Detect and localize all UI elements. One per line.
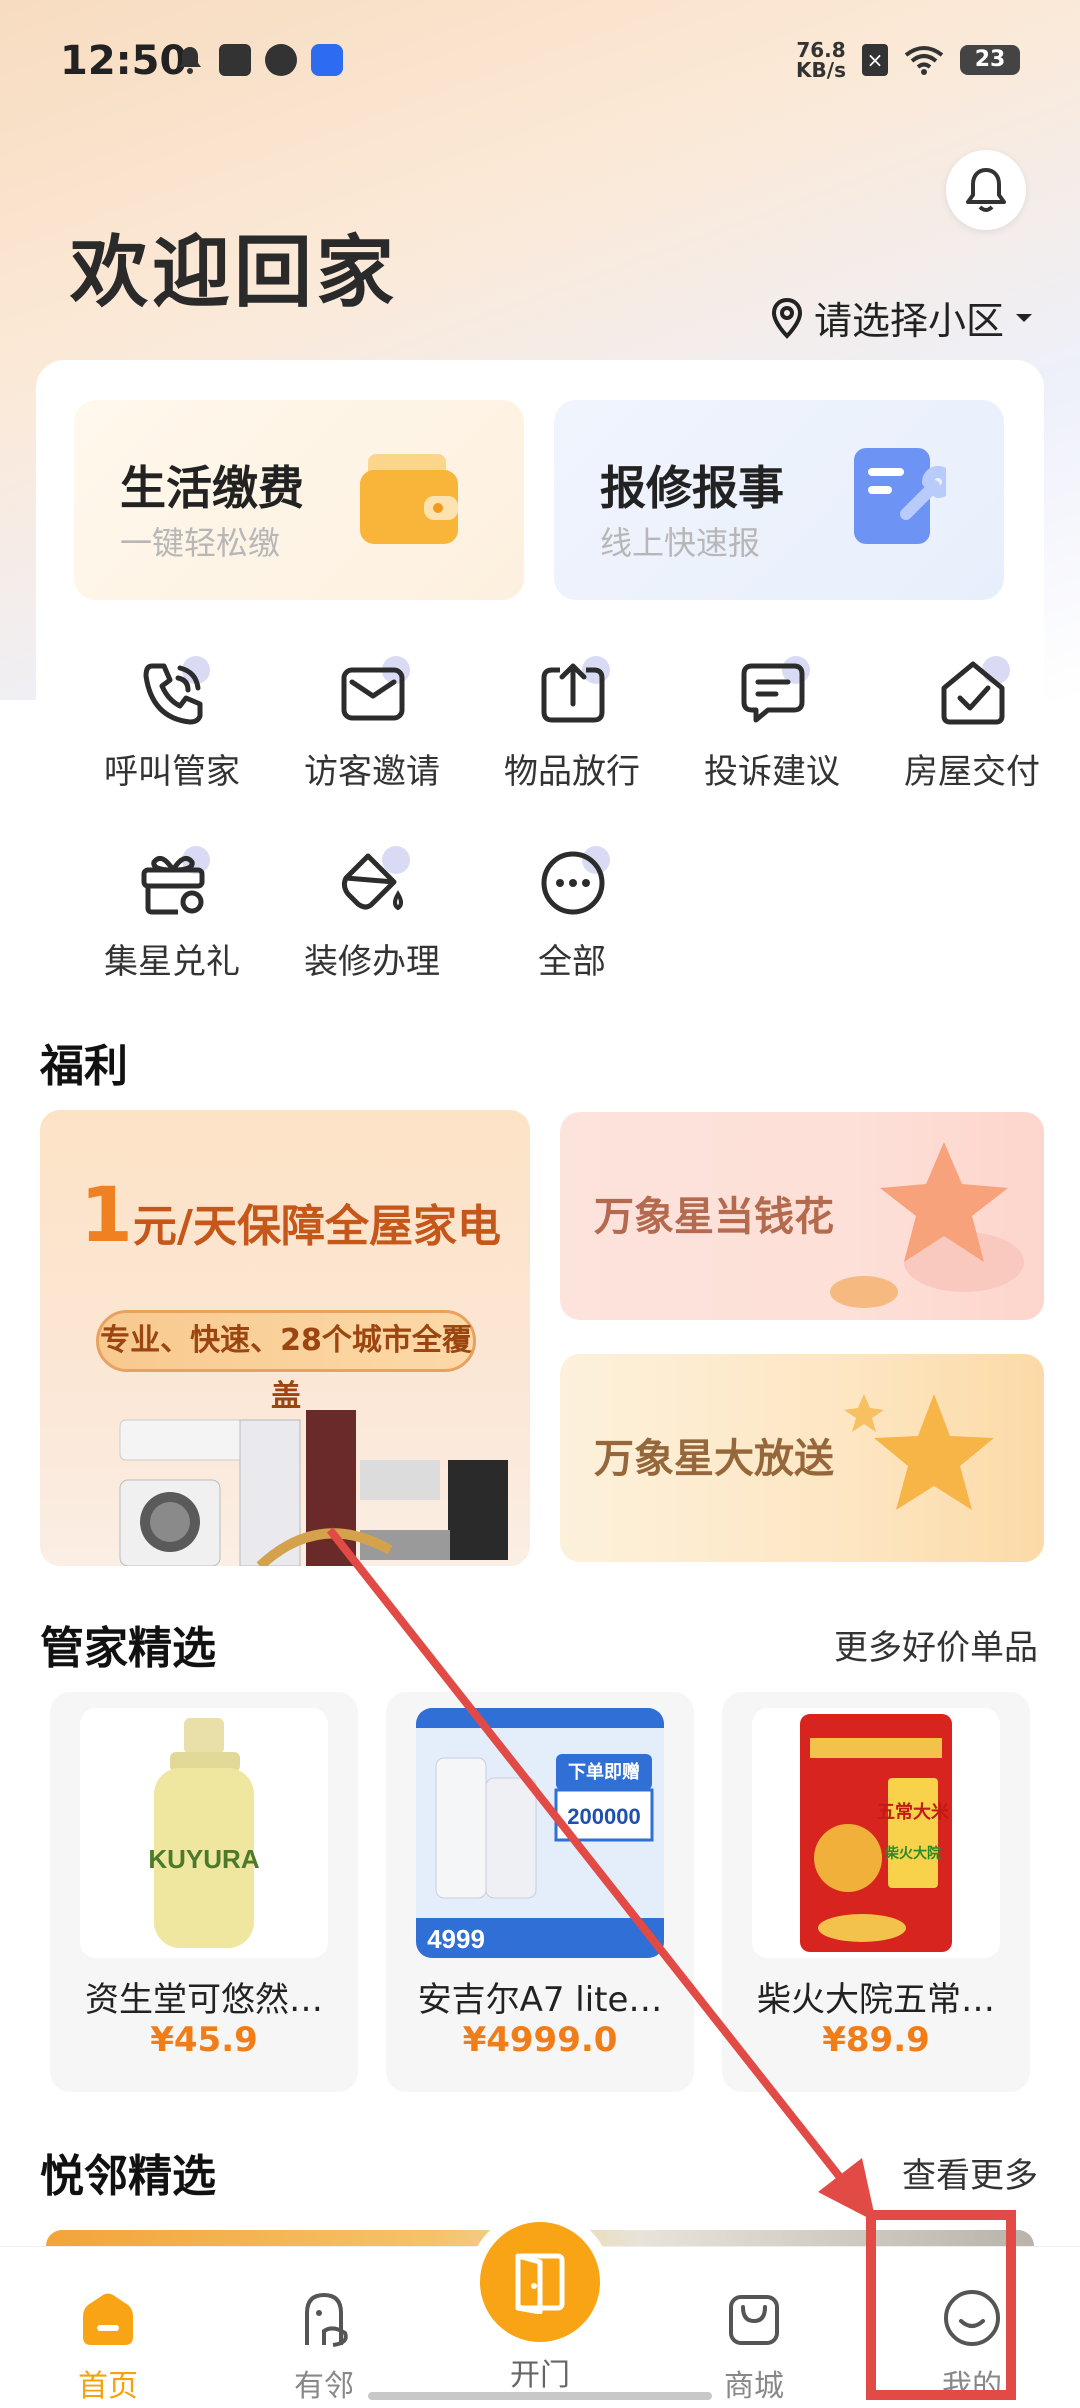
quick-services-card: 生活缴费 一键轻松缴 报修报事 线上快速报 呼叫管家 访客邀请 物品放行 投诉建…	[36, 360, 1044, 1000]
more-icon	[532, 840, 612, 920]
app-notification-icon	[219, 44, 251, 76]
neighbor-icon	[305, 2292, 348, 2347]
service-label: 呼叫管家	[104, 752, 240, 792]
service-star-gift[interactable]: 集星兑礼	[82, 840, 262, 983]
svg-text:下单即赠: 下单即赠	[568, 1761, 640, 1782]
open-door-label: 开门	[510, 2358, 570, 2393]
service-complaint[interactable]: 投诉建议	[682, 650, 862, 793]
svg-text:200000: 200000	[567, 1804, 640, 1829]
appliance-banner-headline: 1元/天保障全屋家电	[80, 1170, 501, 1259]
utility-payment-subtitle: 一键轻松缴	[120, 524, 281, 562]
home-indicator[interactable]	[368, 2392, 712, 2400]
service-all[interactable]: 全部	[482, 840, 662, 983]
repair-report-card[interactable]: 报修报事 线上快速报	[554, 400, 1004, 600]
utility-payment-card[interactable]: 生活缴费 一键轻松缴	[74, 400, 524, 600]
battery-indicator: 23	[960, 45, 1020, 75]
wifi-icon	[904, 46, 944, 75]
service-label: 全部	[538, 942, 606, 982]
product-image-shampoo: KUYURA	[80, 1708, 328, 1958]
welfare-section-title: 福利	[40, 1041, 128, 1092]
caret-down-icon	[1016, 313, 1032, 322]
phone-icon	[132, 650, 212, 730]
wrench-document-icon	[854, 448, 946, 544]
annotation-highlight-box	[866, 2210, 1016, 2400]
svg-text:4999: 4999	[427, 1924, 485, 1954]
open-door-button[interactable]	[480, 2222, 600, 2342]
product-price: ¥4999.0	[462, 2020, 618, 2060]
service-label: 装修办理	[304, 942, 440, 982]
shopping-bag-icon	[729, 2295, 779, 2345]
app-badge-icon	[311, 44, 343, 76]
status-time: 12:50	[60, 38, 188, 84]
service-label: 物品放行	[504, 752, 640, 792]
repair-report-title: 报修报事	[600, 461, 784, 515]
no-sim-icon: ×	[862, 44, 888, 76]
neighbor-picks-title: 悦邻精选	[40, 2151, 216, 2202]
utility-payment-title: 生活缴费	[120, 461, 304, 515]
product-name: 资生堂可悠然…	[85, 1980, 323, 2020]
network-speed: 76.8 KB/s	[796, 38, 846, 82]
community-selector[interactable]: 请选择小区	[770, 290, 1034, 345]
upload-icon	[532, 650, 612, 730]
door-icon	[515, 2253, 565, 2314]
product-price: ¥89.9	[822, 2020, 930, 2060]
nav-label: 首页	[78, 2369, 138, 2404]
service-house-delivery[interactable]: 房屋交付	[882, 650, 1062, 793]
svg-text:五常大米: 五常大米	[877, 1801, 950, 1822]
home-appliances-illustration	[119, 1410, 508, 1566]
product-card[interactable]: KUYURA 资生堂可悠然… ¥45.9	[50, 1692, 358, 2092]
service-label: 集星兑礼	[104, 942, 240, 982]
product-price: ¥45.9	[150, 2020, 258, 2060]
star-illustration	[844, 1394, 994, 1510]
nav-neighbor[interactable]: 有邻	[254, 2287, 394, 2405]
service-visitor-invite[interactable]: 访客邀请	[282, 650, 462, 793]
notification-bell-button[interactable]	[946, 150, 1026, 230]
star-currency-banner[interactable]: 万象星当钱花	[560, 1112, 1044, 1320]
community-selector-label: 请选择小区	[813, 299, 1004, 343]
house-check-icon	[932, 650, 1012, 730]
star-giveaway-banner[interactable]: 万象星大放送	[560, 1354, 1044, 1562]
paint-bucket-icon	[332, 840, 412, 920]
nav-mall[interactable]: 商城	[684, 2287, 824, 2405]
page-title: 欢迎回家	[70, 228, 399, 318]
repair-report-subtitle: 线上快速报	[600, 524, 761, 562]
check-circle-icon	[265, 44, 297, 76]
status-bar: 12:50 76.8 KB/s × 23	[0, 0, 1080, 130]
product-card[interactable]: 五常大米 柴火大院 柴火大院五常… ¥89.9	[722, 1692, 1030, 2092]
service-label: 房屋交付	[904, 752, 1040, 792]
service-label: 访客邀请	[304, 752, 440, 792]
neighbor-picks-more-link[interactable]: 查看更多	[902, 2148, 1038, 2197]
service-call-steward[interactable]: 呼叫管家	[82, 650, 262, 793]
product-name: 柴火大院五常…	[757, 1980, 995, 2020]
nav-home[interactable]: 首页	[38, 2287, 178, 2405]
location-pin-icon	[771, 297, 802, 339]
svg-text:KUYURA: KUYURA	[148, 1844, 259, 1874]
product-image-rice-bag: 五常大米 柴火大院	[752, 1708, 1000, 1958]
bell-icon	[966, 168, 1006, 212]
bell-notification-icon	[179, 47, 201, 74]
mail-icon	[332, 650, 412, 730]
wallet-icon	[360, 454, 458, 544]
svg-text:柴火大院: 柴火大院	[884, 1845, 941, 1861]
star-currency-banner-title: 万象星当钱花	[594, 1194, 834, 1240]
star-giveaway-banner-title: 万象星大放送	[594, 1436, 834, 1482]
product-image-water-purifier: 下单即赠 200000 4999	[416, 1708, 664, 1958]
service-label: 投诉建议	[704, 752, 840, 792]
message-icon	[732, 650, 812, 730]
gift-icon	[132, 840, 212, 920]
star-coin-illustration	[830, 1142, 1024, 1308]
product-name: 安吉尔A7 lite…	[417, 1980, 663, 2020]
notification-icons	[175, 44, 343, 76]
service-renovation[interactable]: 装修办理	[282, 840, 462, 983]
status-indicators: 76.8 KB/s × 23	[796, 40, 1020, 80]
steward-picks-more-link[interactable]: 更多好价单品	[834, 1620, 1038, 1669]
home-icon	[83, 2293, 133, 2345]
product-card[interactable]: 下单即赠 200000 4999 安吉尔A7 lite… ¥4999.0	[386, 1692, 694, 2092]
service-item-release[interactable]: 物品放行	[482, 650, 662, 793]
appliance-protection-banner[interactable]: 1元/天保障全屋家电 专业、快速、28个城市全覆盖	[40, 1110, 530, 1566]
steward-picks-title: 管家精选	[40, 1623, 216, 1674]
